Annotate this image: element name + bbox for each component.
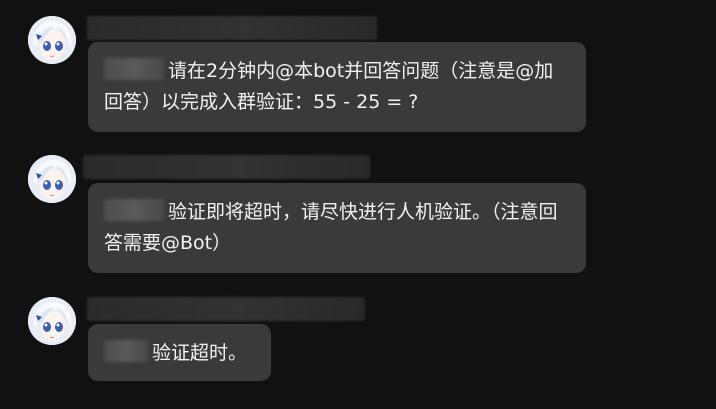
sender-name-redacted — [87, 297, 365, 321]
sender-name-redacted — [83, 155, 370, 179]
mention-redacted — [104, 340, 148, 362]
message-text: 验证超时。 — [152, 342, 248, 364]
avatar[interactable] — [28, 16, 76, 64]
anime-girl-avatar-icon — [28, 155, 76, 203]
avatar[interactable] — [28, 297, 76, 345]
avatar[interactable] — [28, 155, 76, 203]
message-text: 验证即将超时，请尽快进行人机验证。（注意回答需要@Bot） — [104, 201, 558, 254]
sender-name-redacted — [87, 16, 377, 40]
anime-girl-avatar-icon — [28, 16, 76, 64]
message-bubble: 请在2分钟内@本bot并回答问题（注意是@加回答）以完成入群验证：55 - 25… — [88, 42, 586, 132]
chat-log: 请在2分钟内@本bot并回答问题（注意是@加回答）以完成入群验证：55 - 25… — [0, 0, 716, 409]
message-bubble: 验证即将超时，请尽快进行人机验证。（注意回答需要@Bot） — [88, 183, 586, 273]
message-bubble: 验证超时。 — [88, 324, 271, 381]
mention-redacted — [104, 58, 164, 80]
mention-redacted — [104, 199, 164, 221]
message-text: 请在2分钟内@本bot并回答问题（注意是@加回答）以完成入群验证：55 - 25… — [104, 60, 554, 113]
anime-girl-avatar-icon — [28, 297, 76, 345]
